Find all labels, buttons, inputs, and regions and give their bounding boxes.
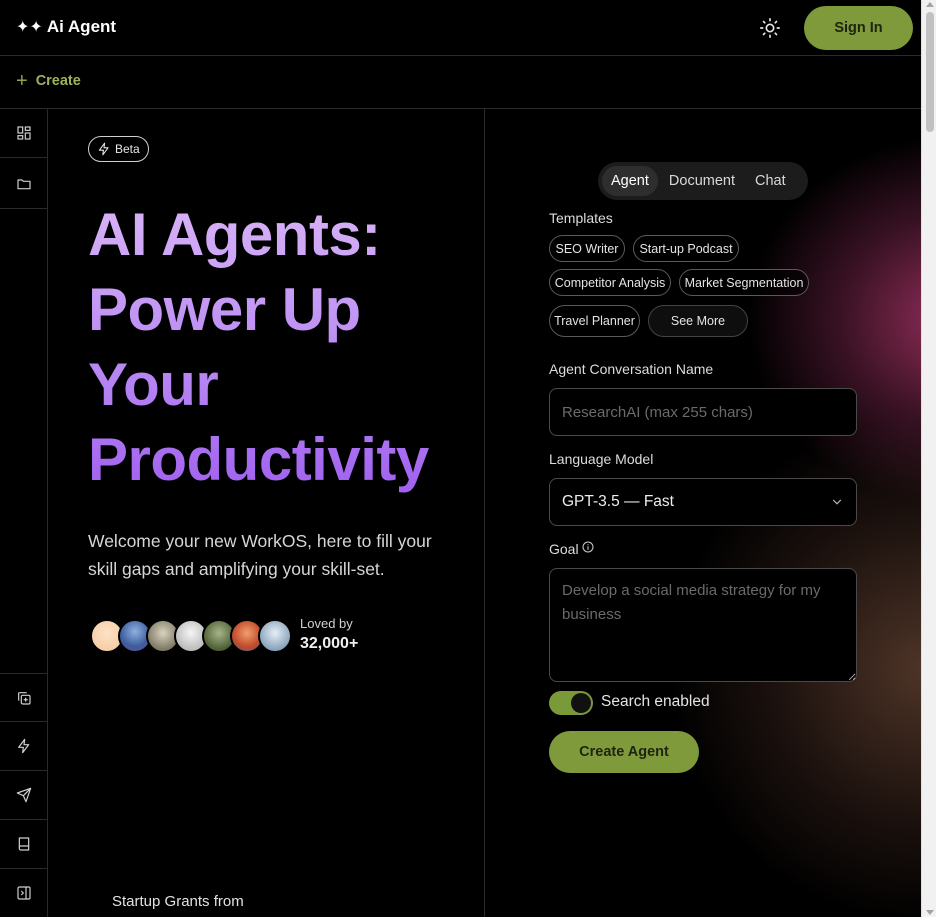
create-agent-button[interactable]: Create Agent	[549, 731, 699, 773]
template-chip[interactable]: SEO Writer	[549, 235, 625, 262]
search-toggle[interactable]	[549, 691, 593, 715]
sidebar-item-lightning[interactable]	[0, 721, 47, 770]
avatar-group	[90, 619, 292, 653]
page-scrollbar[interactable]	[921, 0, 936, 917]
app-name: Ai Agent	[46, 17, 117, 36]
scroll-down-arrow-icon[interactable]	[926, 910, 934, 915]
goal-textarea[interactable]	[549, 568, 857, 682]
loved-by-label: Loved by	[300, 616, 353, 631]
grid-icon	[16, 126, 31, 140]
sidebar-item-collapse[interactable]	[0, 868, 47, 917]
sidebar	[0, 109, 48, 917]
startup-grants-text: Startup Grants from	[112, 893, 244, 910]
panel-collapse-icon	[16, 886, 31, 900]
sign-in-button[interactable]: Sign In	[804, 6, 913, 50]
top-bar: ✦✦ Ai Agent Sign In	[0, 0, 921, 56]
lightning-icon	[98, 142, 109, 156]
create-button[interactable]: + Create	[16, 70, 81, 92]
folder-icon	[16, 179, 31, 190]
tab-chat[interactable]: Chat	[746, 166, 795, 196]
conversation-name-input[interactable]	[549, 388, 857, 436]
plus-icon: +	[16, 70, 28, 92]
beta-label: Beta	[115, 142, 140, 156]
hero-title: AI Agents: Power Up Your Productivity	[88, 197, 468, 497]
model-value: GPT-3.5 — Fast	[562, 493, 674, 510]
copy-plus-icon	[17, 692, 31, 705]
hero-subtitle: Welcome your new WorkOS, here to fill yo…	[88, 531, 432, 579]
see-more-button[interactable]: See More	[648, 305, 748, 337]
template-chip[interactable]: Market Segmentation	[679, 269, 809, 296]
goal-label: Goal	[549, 541, 579, 557]
sidebar-item-grid[interactable]	[0, 109, 47, 158]
toggle-knob	[571, 693, 591, 713]
agent-form-panel: Agent Document Chat Templates SEO Writer…	[485, 109, 921, 917]
sidebar-item-copy-plus[interactable]	[0, 673, 47, 722]
hero-title-line: AI Agents:	[88, 201, 381, 268]
hero-panel: Beta AI Agents: Power Up Your Productivi…	[48, 109, 485, 917]
loved-by: Loved by 32,000+	[300, 616, 358, 653]
sidebar-item-book[interactable]	[0, 819, 47, 868]
search-enabled-label: Search enabled	[601, 693, 710, 710]
model-label: Language Model	[549, 451, 654, 467]
scroll-up-arrow-icon[interactable]	[926, 2, 934, 7]
template-chip[interactable]: Start-up Podcast	[633, 235, 739, 262]
sidebar-item-send[interactable]	[0, 770, 47, 819]
language-model-select[interactable]: GPT-3.5 — Fast	[549, 478, 857, 526]
send-icon	[16, 787, 31, 803]
loved-by-count: 32,000+	[300, 635, 359, 652]
hero-title-line: Your	[88, 351, 219, 418]
templates-label: Templates	[549, 210, 613, 226]
tab-document[interactable]: Document	[660, 166, 744, 196]
template-chip[interactable]: Travel Planner	[549, 305, 640, 337]
chevron-down-icon	[832, 499, 842, 505]
template-chip[interactable]: Competitor Analysis	[549, 269, 671, 296]
avatar	[258, 619, 292, 653]
create-bar: + Create	[0, 56, 921, 109]
scrollbar-thumb[interactable]	[926, 12, 934, 132]
hero-title-line: Power Up	[88, 276, 361, 343]
tab-agent[interactable]: Agent	[602, 166, 658, 196]
name-label: Agent Conversation Name	[549, 361, 714, 377]
sun-icon[interactable]	[759, 17, 781, 39]
lightning-icon	[17, 738, 29, 754]
sparkles-icon: ✦✦	[16, 19, 43, 36]
create-label: Create	[35, 73, 81, 89]
app-logo[interactable]: ✦✦ Ai Agent	[16, 17, 116, 37]
hero-title-line: Productivity	[88, 426, 429, 493]
beta-badge: Beta	[88, 136, 149, 162]
book-icon	[18, 837, 29, 851]
info-icon[interactable]	[582, 541, 594, 553]
sidebar-item-folder[interactable]	[0, 160, 47, 209]
mode-tabs: Agent Document Chat	[598, 162, 808, 200]
